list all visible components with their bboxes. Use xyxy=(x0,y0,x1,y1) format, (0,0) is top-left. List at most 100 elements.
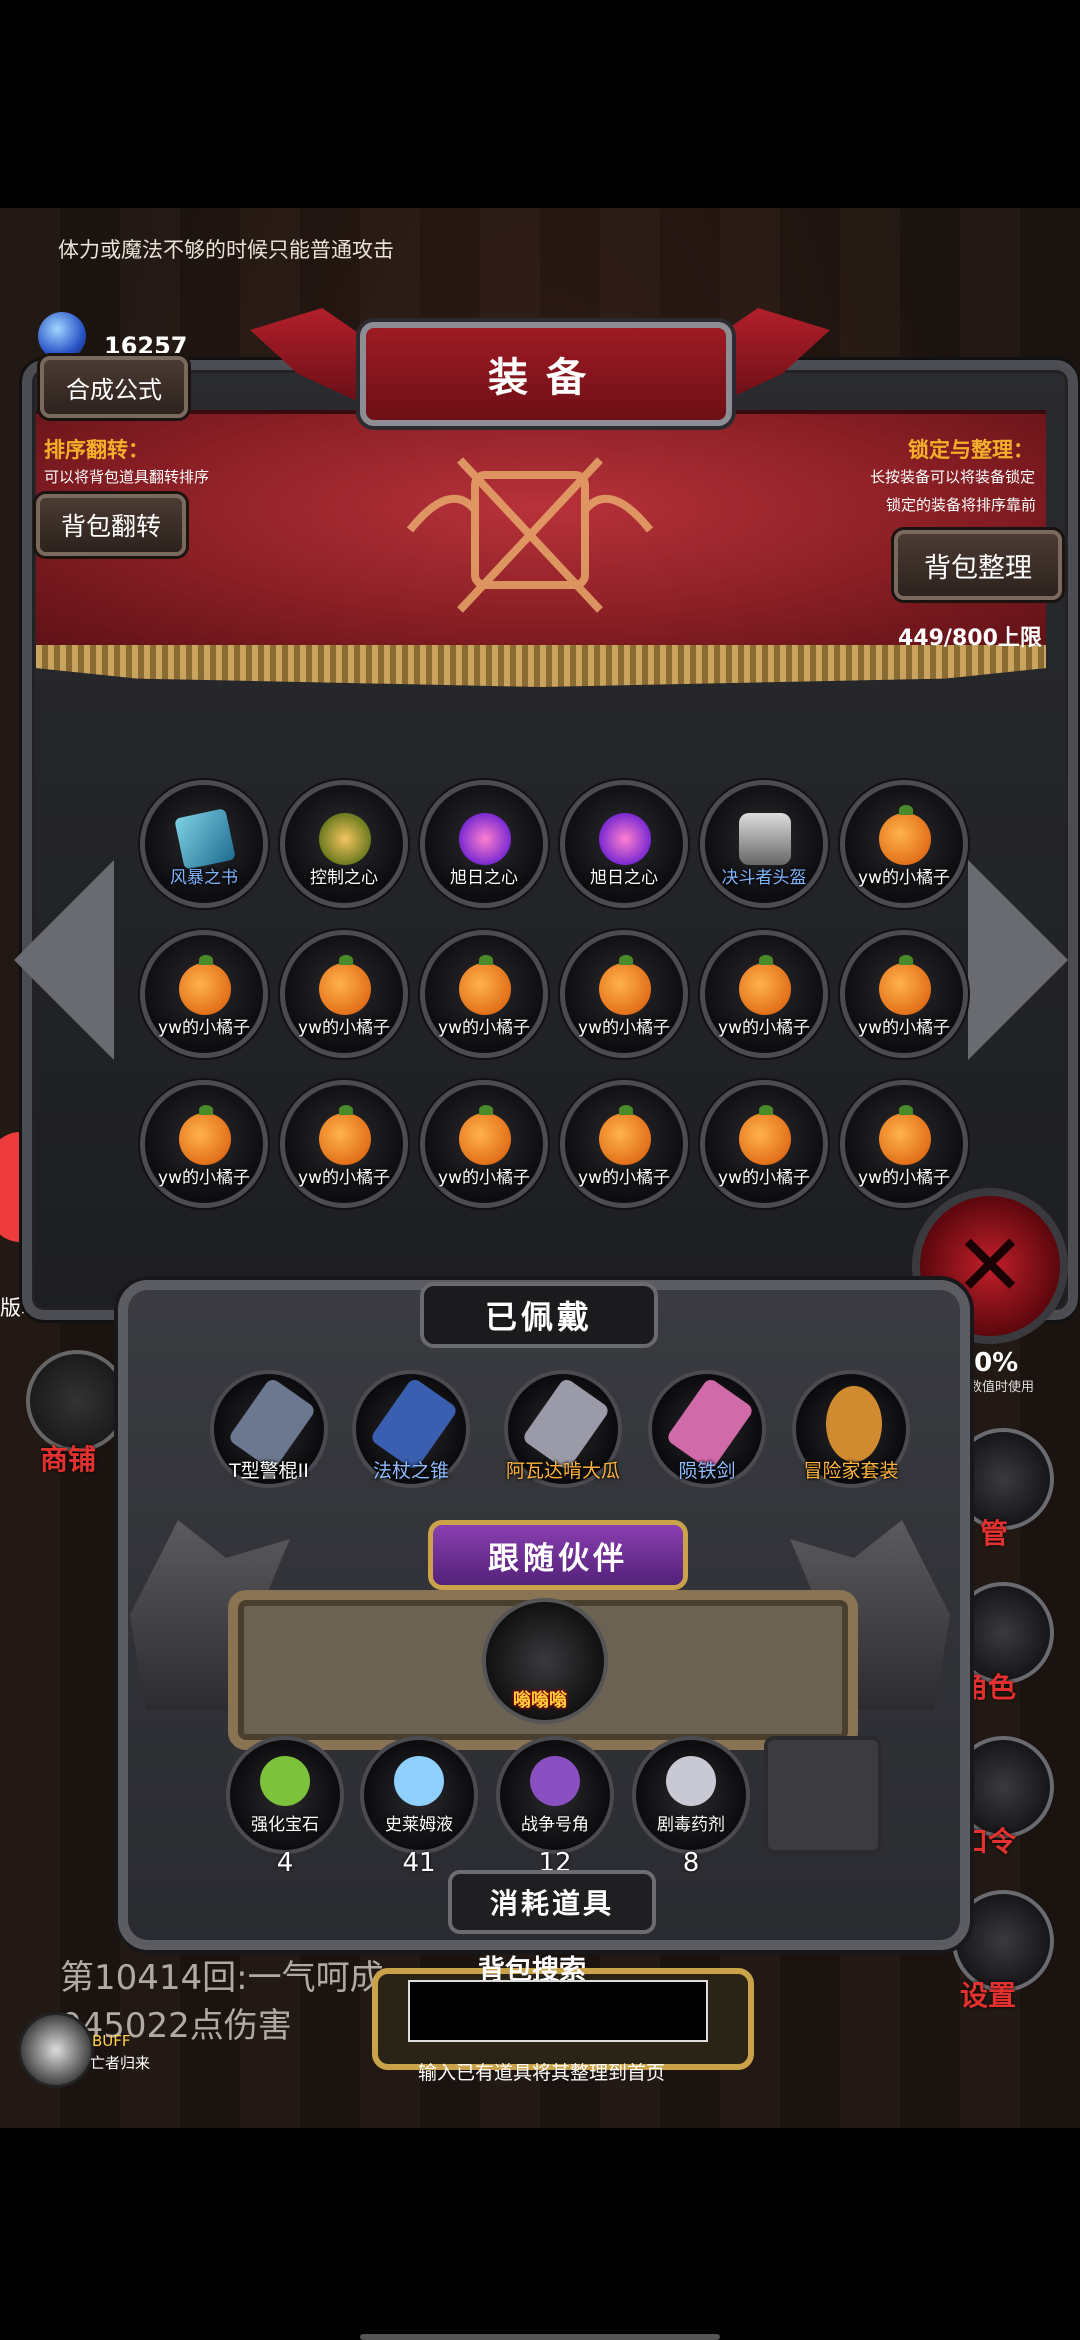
formula-button[interactable]: 合成公式 xyxy=(40,356,188,418)
item-label: yw的小橘子 xyxy=(438,1018,530,1038)
inventory-slot[interactable]: 风暴之书 xyxy=(140,780,268,908)
horn-icon xyxy=(530,1756,580,1806)
orange-icon xyxy=(879,805,931,865)
core-icon xyxy=(319,813,371,865)
equipped-label: 陨铁剑 xyxy=(678,1460,736,1482)
search-hint: 输入已有道具将其整理到首页 xyxy=(418,2062,666,2084)
flip-button[interactable]: 背包翻转 xyxy=(36,494,186,556)
orange-icon xyxy=(739,1105,791,1165)
equipped-slot[interactable]: 陨铁剑 xyxy=(648,1370,766,1488)
item-label: yw的小橘子 xyxy=(578,1018,670,1038)
inventory-slot[interactable]: yw的小橘子 xyxy=(840,780,968,908)
tip-text: 体力或魔法不够的时候只能普通攻击 xyxy=(58,238,394,262)
home-indicator[interactable] xyxy=(360,2334,720,2340)
item-label: yw的小橘子 xyxy=(438,1168,530,1188)
skull-icon[interactable] xyxy=(18,2012,94,2088)
buff-name: 亡者归来 xyxy=(90,2054,151,2072)
consumables-title: 消耗道具 xyxy=(448,1870,656,1934)
adventurer-icon xyxy=(826,1386,882,1462)
lock-desc: 长按装备可以将装备锁定 xyxy=(870,468,1036,486)
consumable-count: 4 xyxy=(276,1848,294,1878)
inventory-slot[interactable]: yw的小橘子 xyxy=(840,1080,968,1208)
orange-icon xyxy=(179,955,231,1015)
item-label: yw的小橘子 xyxy=(858,1018,950,1038)
gem-icon xyxy=(260,1756,310,1806)
inventory-slot[interactable]: yw的小橘子 xyxy=(280,930,408,1058)
core-icon xyxy=(459,813,511,865)
inventory-slot[interactable]: yw的小橘子 xyxy=(840,930,968,1058)
helmet-icon xyxy=(739,813,791,865)
consumable-slot[interactable]: 战争号角 12 xyxy=(496,1736,614,1878)
inventory-slot[interactable]: 决斗者头盔 xyxy=(700,780,828,908)
inventory-slot[interactable]: yw的小橘子 xyxy=(420,930,548,1058)
orange-icon xyxy=(739,955,791,1015)
orange-icon xyxy=(319,1105,371,1165)
orange-icon xyxy=(879,955,931,1015)
inventory-slot[interactable]: yw的小橘子 xyxy=(280,1080,408,1208)
empty-consumable-slot[interactable] xyxy=(764,1736,882,1854)
consumable-label: 剧毒药剂 xyxy=(657,1815,725,1835)
consumable-slot[interactable]: 史莱姆液 41 xyxy=(360,1736,478,1878)
shop-label: 商铺 xyxy=(40,1443,97,1476)
sort-button[interactable]: 背包整理 xyxy=(894,530,1062,600)
item-label: yw的小橘子 xyxy=(858,868,950,888)
lock-title: 锁定与整理： xyxy=(908,438,1034,462)
equipped-slot[interactable]: 冒险家套装 xyxy=(792,1370,910,1488)
manage-label: 管 xyxy=(980,1517,1009,1550)
item-label: 旭日之心 xyxy=(590,868,658,888)
capacity-label: 449/800上限 xyxy=(898,626,1042,651)
inventory-slot[interactable]: yw的小橘子 xyxy=(560,1080,688,1208)
panel-title-text: 装备 xyxy=(488,355,604,401)
inventory-slot[interactable]: yw的小橘子 xyxy=(700,930,828,1058)
book-icon xyxy=(174,808,236,870)
equipped-label: T型警棍II xyxy=(229,1460,309,1482)
orange-icon xyxy=(879,1105,931,1165)
companion-title: 跟随伙伴 xyxy=(428,1520,688,1590)
sort-flip-title: 排序翻转： xyxy=(44,438,149,462)
prev-page-arrow-icon[interactable] xyxy=(14,860,114,1060)
item-label: yw的小橘子 xyxy=(298,1168,390,1188)
inventory-slot[interactable]: yw的小橘子 xyxy=(420,1080,548,1208)
consumable-label: 史莱姆液 xyxy=(385,1815,453,1835)
orange-icon xyxy=(459,1105,511,1165)
inventory-slot[interactable]: yw的小橘子 xyxy=(700,1080,828,1208)
item-label: yw的小橘子 xyxy=(718,1168,810,1188)
consumable-label: 强化宝石 xyxy=(251,1815,319,1835)
equipped-title: 已佩戴 xyxy=(420,1282,658,1348)
item-label: yw的小橘子 xyxy=(158,1018,250,1038)
item-label: 决斗者头盔 xyxy=(721,868,807,888)
consumable-slot[interactable]: 强化宝石 4 xyxy=(226,1736,344,1878)
inventory-slot[interactable]: yw的小橘子 xyxy=(560,930,688,1058)
item-label: yw的小橘子 xyxy=(578,1168,670,1188)
core-icon xyxy=(599,813,651,865)
settings-label: 设置 xyxy=(960,1979,1017,2012)
inventory-slot[interactable]: 旭日之心 xyxy=(560,780,688,908)
consumable-label: 战争号角 xyxy=(521,1815,589,1835)
equipped-slot[interactable]: 阿瓦达啃大瓜 xyxy=(504,1370,622,1488)
equipped-slot[interactable]: 法杖之锥 xyxy=(352,1370,470,1488)
consumable-slot[interactable]: 剧毒药剂 8 xyxy=(632,1736,750,1878)
sort-flip-desc: 可以将背包道具翻转排序 xyxy=(44,468,210,486)
inventory-slot[interactable]: 旭日之心 xyxy=(420,780,548,908)
next-page-arrow-icon[interactable] xyxy=(968,860,1068,1060)
item-label: yw的小橘子 xyxy=(858,1168,950,1188)
inventory-slot[interactable]: yw的小橘子 xyxy=(140,1080,268,1208)
inventory-slot[interactable]: 控制之心 xyxy=(280,780,408,908)
item-label: 控制之心 xyxy=(310,868,378,888)
potion-icon xyxy=(394,1756,444,1806)
shop-button[interactable] xyxy=(26,1350,128,1452)
search-input[interactable] xyxy=(408,1980,708,2042)
equipped-label: 冒险家套装 xyxy=(803,1460,899,1482)
inventory-slot[interactable]: yw的小橘子 xyxy=(140,930,268,1058)
item-label: 旭日之心 xyxy=(450,868,518,888)
companion-name: 嗡嗡嗡 xyxy=(513,1690,567,1711)
crossed-swords-emblem-icon xyxy=(406,457,654,613)
orange-icon xyxy=(319,955,371,1015)
crystal-icon xyxy=(38,312,86,360)
orange-icon xyxy=(599,1105,651,1165)
buff-label: BUFF xyxy=(92,2032,131,2050)
consumables-title-text: 消耗道具 xyxy=(489,1887,614,1920)
lock-desc: 锁定的装备将排序靠前 xyxy=(886,496,1037,514)
equipped-slot[interactable]: T型警棍II xyxy=(210,1370,328,1488)
equipped-title-text: 已佩戴 xyxy=(484,1298,593,1336)
